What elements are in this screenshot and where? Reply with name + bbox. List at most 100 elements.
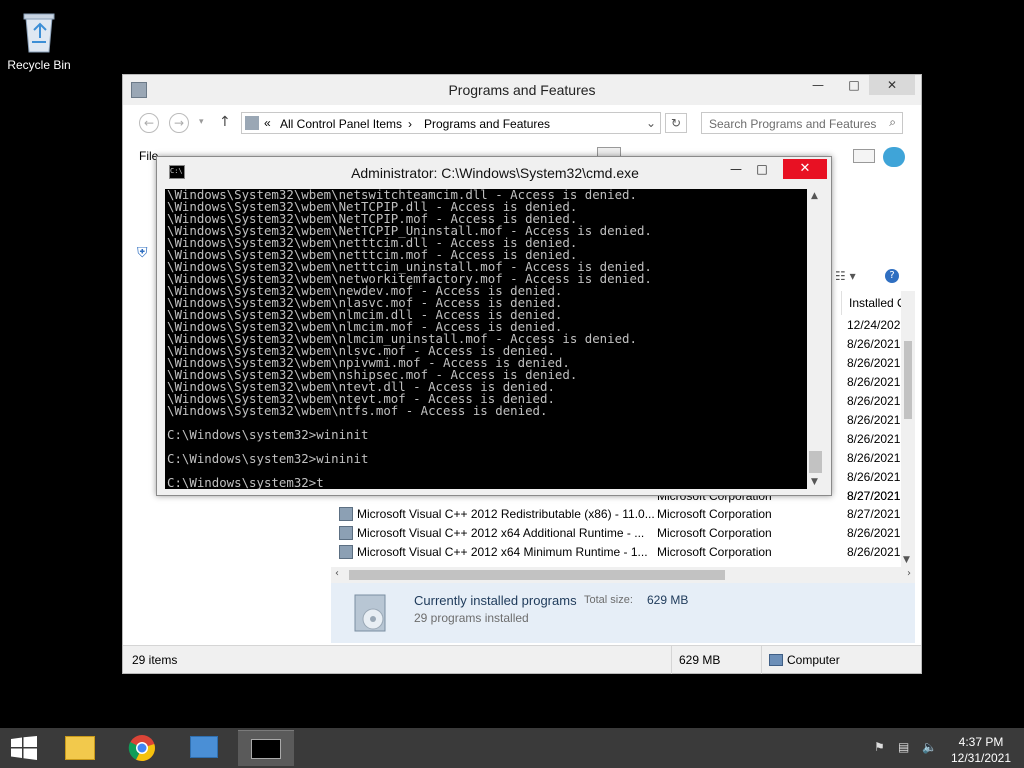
maximize-button[interactable]: □ bbox=[839, 75, 869, 95]
search-placeholder: Search Programs and Features bbox=[709, 117, 877, 131]
scroll-left-icon[interactable]: ‹ bbox=[335, 568, 339, 579]
search-icon[interactable]: ⌕ bbox=[889, 115, 896, 130]
taskbar-chrome[interactable] bbox=[114, 730, 170, 766]
close-button[interactable]: ✕ bbox=[869, 75, 915, 95]
minimize-button[interactable]: — bbox=[803, 75, 833, 95]
address-dropdown-icon[interactable]: ⌄ bbox=[646, 116, 656, 130]
taskbar-clock[interactable]: 4:37 PM 12/31/2021 bbox=[946, 734, 1016, 766]
chrome-icon bbox=[128, 735, 155, 762]
installed-date: 8/26/2021 bbox=[847, 470, 901, 484]
folder-icon bbox=[65, 736, 95, 760]
program-name: Microsoft Visual C++ 2012 x64 Additional… bbox=[357, 526, 645, 540]
scrollbar-thumb[interactable] bbox=[904, 341, 912, 419]
windows-logo-icon bbox=[11, 736, 37, 760]
installed-date: 8/26/2021 bbox=[847, 356, 901, 370]
program-name: Microsoft Visual C++ 2012 Redistributabl… bbox=[357, 507, 655, 521]
installed-date: 12/24/2021 bbox=[847, 318, 903, 332]
scroll-down-icon[interactable]: ▼ bbox=[903, 555, 910, 565]
taskbar-cmd[interactable] bbox=[238, 730, 294, 766]
program-installed: 8/26/2021 bbox=[847, 545, 901, 559]
globe-icon[interactable] bbox=[883, 147, 905, 167]
toolbar-icon-2[interactable] bbox=[853, 149, 875, 163]
cmd-close-button[interactable]: ✕ bbox=[783, 159, 827, 179]
taskbar-control-panel[interactable] bbox=[176, 730, 232, 766]
taskbar-file-explorer[interactable] bbox=[52, 730, 108, 766]
cmd-scroll-down-icon[interactable]: ▼ bbox=[811, 477, 818, 487]
control-panel-small-icon bbox=[245, 116, 259, 130]
control-panel-taskbar-icon bbox=[190, 736, 218, 758]
installer-box-icon bbox=[351, 589, 393, 635]
programs-count: 29 programs installed bbox=[414, 611, 529, 625]
installed-date: 8/26/2021 bbox=[847, 337, 901, 351]
recent-pages-chevron-icon[interactable]: ▾ bbox=[199, 117, 204, 127]
hscroll-thumb[interactable] bbox=[349, 570, 725, 580]
network-icon[interactable]: ▤ bbox=[898, 740, 909, 754]
computer-icon bbox=[769, 654, 783, 666]
program-publisher: Microsoft Corporation bbox=[657, 545, 772, 559]
program-installed: 8/27/2021 bbox=[847, 507, 901, 521]
console-line: C:\Windows\system32>t bbox=[167, 475, 324, 489]
up-button[interactable]: ↑ bbox=[219, 114, 231, 130]
cmd-vertical-scrollbar[interactable]: ▲ ▼ bbox=[807, 189, 824, 489]
column-header-installed-on[interactable]: Installed On bbox=[841, 291, 903, 315]
recycle-bin-shortcut[interactable]: Recycle Bin bbox=[4, 8, 74, 72]
help-icon[interactable]: ? bbox=[885, 269, 899, 283]
total-size-value: 629 MB bbox=[647, 593, 689, 607]
status-item-count: 29 items bbox=[132, 653, 178, 667]
program-icon bbox=[339, 507, 353, 521]
status-bar: 29 items 629 MB Computer bbox=[123, 645, 921, 674]
program-publisher: Microsoft Corporation bbox=[657, 526, 772, 540]
console-line: C:\Windows\system32>wininit bbox=[167, 427, 369, 442]
details-title: Currently installed programs bbox=[414, 593, 577, 608]
shield-icon: ⛨ bbox=[137, 245, 148, 261]
refresh-button[interactable]: ↻ bbox=[665, 113, 687, 133]
action-center-flag-icon[interactable]: ⚑ bbox=[874, 740, 885, 754]
details-panel: Currently installed programs Total size:… bbox=[331, 583, 915, 643]
table-row[interactable]: Microsoft Visual C++ 2012 x64 Minimum Ru… bbox=[357, 545, 648, 564]
installed-date: 8/26/2021 bbox=[847, 432, 901, 446]
clock-time: 4:37 PM bbox=[958, 735, 1004, 749]
cmd-minimize-button[interactable]: — bbox=[723, 159, 749, 179]
cmd-scrollbar-thumb[interactable] bbox=[809, 451, 822, 473]
search-box[interactable]: Search Programs and Features ⌕ bbox=[701, 112, 903, 134]
list-vertical-scrollbar[interactable]: ▼ bbox=[901, 291, 915, 567]
program-icon bbox=[339, 526, 353, 540]
console-line: C:\Windows\system32>wininit bbox=[167, 451, 369, 466]
program-icon bbox=[339, 545, 353, 559]
breadcrumb-separator-icon: › bbox=[408, 117, 412, 131]
console-line: \Windows\System32\wbem\ntfs.mof - Access… bbox=[167, 403, 548, 418]
recycle-bin-icon bbox=[20, 8, 58, 54]
cmd-window: C:\ Administrator: C:\Windows\System32\c… bbox=[156, 156, 832, 496]
table-row[interactable]: Microsoft Visual C++ 2012 x64 Additional… bbox=[357, 526, 644, 545]
title-bar: Programs and Features — □ ✕ bbox=[123, 75, 921, 105]
start-button[interactable] bbox=[10, 736, 38, 760]
list-horizontal-scrollbar[interactable]: ‹ › bbox=[331, 567, 915, 583]
recycle-bin-label: Recycle Bin bbox=[7, 58, 71, 72]
back-button[interactable]: ← bbox=[139, 113, 159, 133]
scroll-right-icon[interactable]: › bbox=[907, 568, 911, 579]
clock-date: 12/31/2021 bbox=[950, 751, 1012, 765]
breadcrumb-all-control-panel-items[interactable]: All Control Panel Items bbox=[280, 117, 402, 131]
status-divider bbox=[761, 646, 762, 674]
status-divider bbox=[671, 646, 672, 674]
cmd-scroll-up-icon[interactable]: ▲ bbox=[811, 191, 818, 201]
view-options-icon[interactable]: ☷ ▾ bbox=[835, 269, 856, 283]
breadcrumb-programs-and-features[interactable]: Programs and Features bbox=[424, 117, 550, 131]
installed-date: 8/26/2021 bbox=[847, 451, 901, 465]
installed-date: 8/26/2021 bbox=[847, 394, 901, 408]
program-name: Microsoft Visual C++ 2012 x64 Minimum Ru… bbox=[357, 545, 648, 559]
breadcrumb-chevron[interactable]: « bbox=[264, 116, 271, 130]
address-bar[interactable]: « All Control Panel Items › Programs and… bbox=[241, 112, 661, 134]
window-title: Programs and Features bbox=[448, 82, 596, 98]
console-output[interactable]: \Windows\System32\wbem\netswitchteamcim.… bbox=[165, 189, 807, 489]
table-row[interactable]: Microsoft Visual C++ 2012 Redistributabl… bbox=[357, 507, 655, 526]
volume-muted-icon[interactable]: 🔈 bbox=[922, 740, 937, 754]
cmd-taskbar-icon bbox=[251, 739, 281, 759]
installed-date: 8/26/2021 bbox=[847, 413, 901, 427]
partial-row-installed: 8/27/2021 bbox=[847, 489, 901, 503]
status-location: Computer bbox=[787, 653, 840, 667]
cmd-maximize-button[interactable]: □ bbox=[749, 159, 775, 179]
forward-button[interactable]: → bbox=[169, 113, 189, 133]
total-size-label: Total size: bbox=[584, 594, 633, 606]
installed-date: 8/26/2021 bbox=[847, 375, 901, 389]
